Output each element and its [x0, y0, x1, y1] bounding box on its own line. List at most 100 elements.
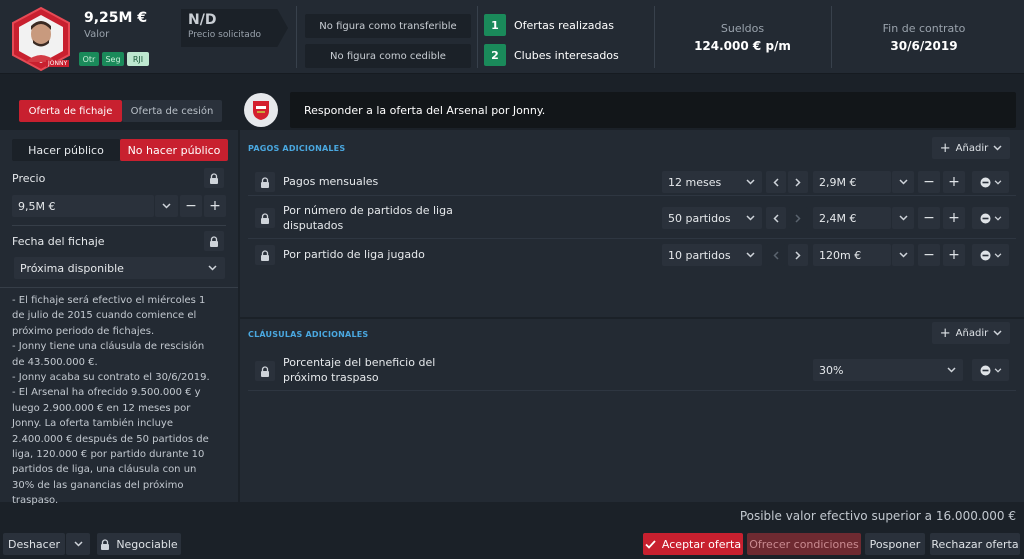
- chevron-down-icon: [898, 215, 908, 221]
- no-public-button[interactable]: No hacer público: [120, 139, 228, 161]
- chevron-down-icon: [994, 215, 1001, 221]
- clause-value-select[interactable]: 30%: [813, 359, 963, 381]
- amount-value: 120m €: [819, 248, 862, 262]
- lock-icon: [210, 235, 218, 247]
- price-dropdown-button[interactable]: [155, 195, 178, 217]
- amount-dropdown-button[interactable]: [892, 207, 914, 229]
- row-remove-menu-button[interactable]: [972, 359, 1009, 381]
- chevron-down-icon: [746, 252, 755, 258]
- note-item: - Jonny acaba su contrato el 30/6/2019.: [12, 372, 210, 384]
- period-value: 12 meses: [668, 175, 722, 189]
- chevron-right-icon: [795, 213, 801, 223]
- chevron-right-icon: [795, 177, 801, 187]
- offers-made[interactable]: 1 Ofertas realizadas: [484, 14, 614, 36]
- amount-decrease-button[interactable]: −: [918, 244, 940, 266]
- add-clause-label: Añadir: [955, 327, 989, 339]
- transfer-date-select[interactable]: Próxima disponible: [14, 257, 225, 279]
- amount-dropdown-button[interactable]: [892, 171, 914, 193]
- asking-price-label: Precio solicitado: [188, 30, 262, 40]
- make-public-button[interactable]: Hacer público: [12, 139, 120, 161]
- status-badge[interactable]: Otr: [79, 52, 99, 66]
- amount-select[interactable]: 120m €: [813, 244, 891, 266]
- amount-decrease-button[interactable]: −: [918, 171, 940, 193]
- row-remove-menu-button[interactable]: [972, 244, 1009, 266]
- plus-icon: +: [939, 140, 951, 156]
- offer-notes: - El fichaje será efectivo el miércoles …: [12, 293, 218, 509]
- price-increase-button[interactable]: +: [204, 195, 226, 217]
- period-next-button[interactable]: [788, 207, 808, 229]
- amount-increase-button[interactable]: +: [943, 171, 965, 193]
- chevron-down-icon: [993, 145, 1002, 151]
- status-badges: Otr Seg RJI: [79, 52, 149, 66]
- interested-clubs[interactable]: 2 Clubes interesados: [484, 44, 619, 66]
- lock-icon: [101, 538, 110, 550]
- chevron-down-icon: [208, 265, 217, 271]
- row-lock-button[interactable]: [255, 172, 275, 192]
- tab-transfer-offer[interactable]: Oferta de fichaje: [19, 100, 122, 122]
- payment-row-label: Por número de partidos de liga disputado…: [283, 204, 453, 232]
- remove-icon: [980, 250, 990, 260]
- add-clause-button[interactable]: + Añadir: [932, 322, 1010, 344]
- offer-message-text: Responder a la oferta del Arsenal por Jo…: [304, 103, 546, 117]
- row-remove-menu-button[interactable]: [972, 207, 1009, 229]
- divider: [0, 287, 238, 288]
- asking-price-box: N/D Precio solicitado: [181, 9, 288, 47]
- transfer-date-label: Fecha del fichaje: [12, 235, 105, 248]
- price-decrease-button[interactable]: −: [180, 195, 202, 217]
- row-lock-button[interactable]: [255, 208, 275, 228]
- chevron-down-icon: [746, 215, 755, 221]
- postpone-button[interactable]: Posponer: [865, 533, 925, 555]
- chevron-down-icon: [746, 179, 755, 185]
- offer-terms-button[interactable]: Ofrecer condiciones: [747, 533, 861, 555]
- add-payment-label: Añadir: [955, 142, 989, 154]
- add-payment-button[interactable]: + Añadir: [932, 137, 1010, 159]
- accept-offer-label: Aceptar oferta: [661, 537, 742, 551]
- undo-dropdown-button[interactable]: [66, 533, 90, 555]
- tab-loan-offer[interactable]: Oferta de cesión: [122, 100, 222, 122]
- price-lock-button[interactable]: [204, 168, 224, 188]
- period-next-button[interactable]: [788, 244, 808, 266]
- loanable-status: No figura como cedible: [305, 44, 471, 68]
- accept-offer-button[interactable]: Aceptar oferta: [643, 533, 743, 555]
- chevron-down-icon: [994, 367, 1001, 373]
- period-prev-button[interactable]: [766, 207, 786, 229]
- amount-select[interactable]: 2,9M €: [813, 171, 891, 193]
- amount-increase-button[interactable]: +: [943, 244, 965, 266]
- undo-button[interactable]: Deshacer: [3, 533, 65, 555]
- period-next-button[interactable]: [788, 171, 808, 193]
- chevron-down-icon: [993, 330, 1002, 336]
- date-lock-button[interactable]: [204, 231, 224, 251]
- reject-offer-button[interactable]: Rechazar oferta: [930, 533, 1020, 555]
- price-select[interactable]: 9,5M €: [12, 195, 154, 217]
- row-remove-menu-button[interactable]: [972, 171, 1009, 193]
- note-item: - El fichaje será efectivo el miércoles …: [12, 295, 206, 337]
- note-item: - El Arsenal ha ofrecido 9.500.000 € y l…: [12, 387, 209, 507]
- transfer-date-value: Próxima disponible: [20, 261, 124, 275]
- interested-clubs-label: Clubes interesados: [514, 48, 619, 62]
- wages-label: Sueldos: [720, 22, 765, 35]
- remove-icon: [980, 177, 990, 187]
- period-select[interactable]: 50 partidos: [662, 207, 762, 229]
- row-lock-button[interactable]: [255, 245, 275, 265]
- amount-increase-button[interactable]: +: [943, 207, 965, 229]
- period-prev-button[interactable]: [766, 171, 786, 193]
- status-badge[interactable]: RJI: [127, 52, 149, 66]
- row-lock-button[interactable]: [255, 361, 275, 381]
- period-prev-button[interactable]: [766, 244, 786, 266]
- amount-select[interactable]: 2,4M €: [813, 207, 891, 229]
- payment-row-label: Por partido de liga jugado: [283, 248, 425, 261]
- period-value: 10 partidos: [668, 248, 731, 262]
- period-select[interactable]: 10 partidos: [662, 244, 762, 266]
- negotiable-button[interactable]: Negociable: [97, 533, 181, 555]
- divider: [831, 6, 832, 68]
- additional-clauses-title: CLÁUSULAS ADICIONALES: [248, 330, 369, 339]
- plus-icon: +: [939, 325, 951, 341]
- amount-decrease-button[interactable]: −: [918, 207, 940, 229]
- amount-dropdown-button[interactable]: [892, 244, 914, 266]
- period-value: 50 partidos: [668, 211, 731, 225]
- status-badge[interactable]: Seg: [102, 52, 124, 66]
- undo-label: Deshacer: [7, 537, 61, 551]
- chevron-down-icon: [73, 541, 83, 547]
- additional-payments-title: PAGOS ADICIONALES: [248, 144, 346, 153]
- period-select[interactable]: 12 meses: [662, 171, 762, 193]
